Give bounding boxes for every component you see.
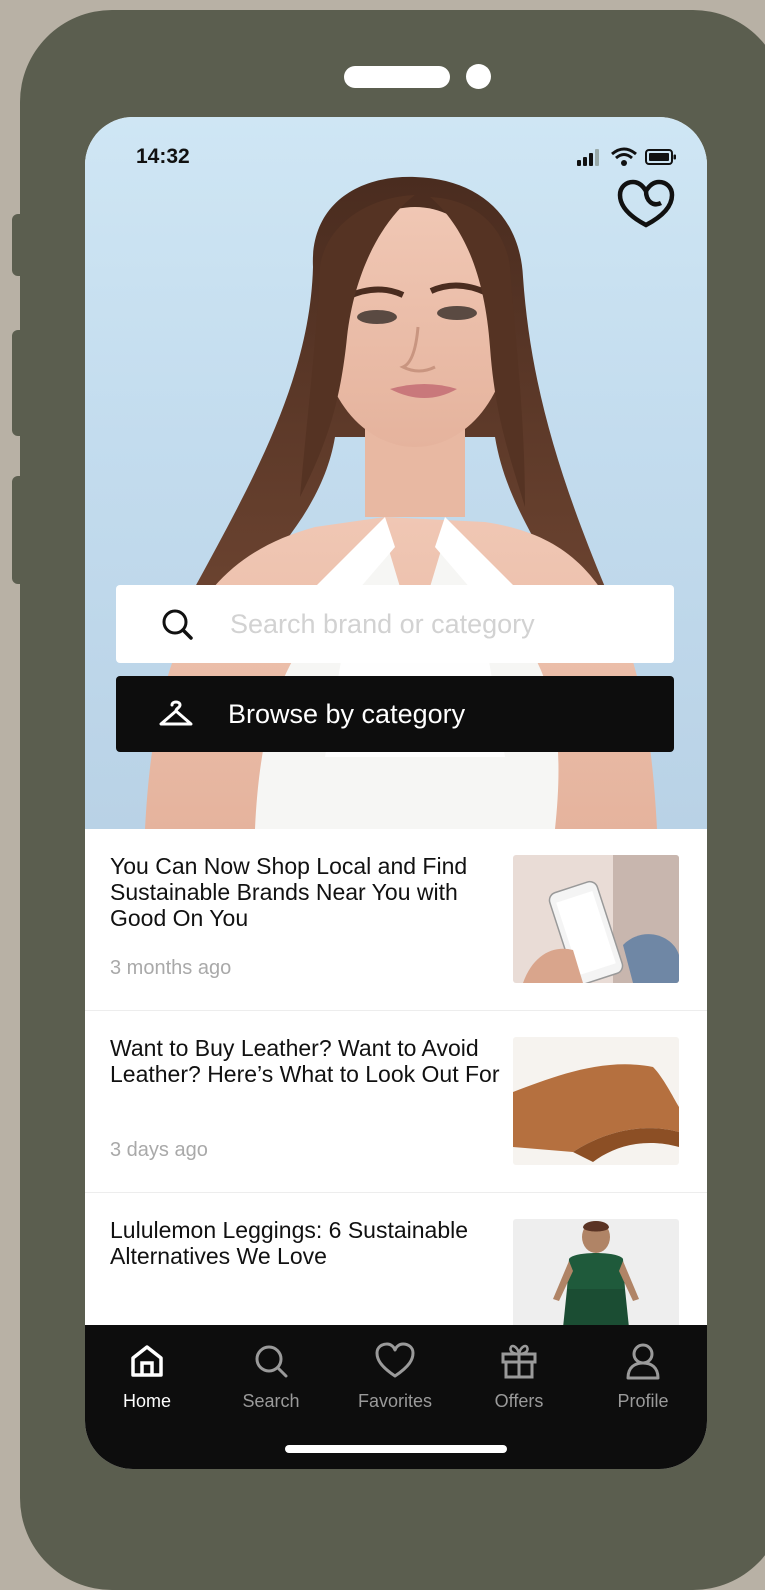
mute-switch — [12, 214, 28, 276]
leather-sheet-image — [513, 1037, 679, 1165]
wifi-icon — [611, 147, 637, 166]
tab-label: Favorites — [357, 1391, 433, 1411]
browse-by-category-button[interactable]: Browse by category — [116, 676, 674, 752]
volume-down-button — [12, 476, 28, 584]
tab-label: Home — [122, 1391, 171, 1411]
search-bar[interactable] — [116, 585, 674, 663]
gift-icon — [501, 1344, 537, 1379]
browse-label: Browse by category — [228, 698, 466, 729]
bottom-tab-bar: Home Search Favorites Offers Profile — [85, 1325, 707, 1469]
article-thumbnail — [513, 855, 679, 983]
status-time: 14:32 — [136, 145, 190, 168]
article-time: 3 months ago — [110, 957, 232, 979]
tab-profile[interactable]: Profile — [581, 1325, 705, 1425]
front-camera — [466, 64, 491, 89]
tab-label: Search — [242, 1391, 300, 1411]
brand-logo-icon — [617, 179, 675, 228]
phone-in-hand-image — [513, 855, 679, 983]
tab-offers[interactable]: Offers — [457, 1325, 581, 1425]
home-icon — [131, 1345, 163, 1377]
status-icons — [577, 147, 677, 167]
volume-up-button — [12, 330, 28, 436]
search-icon — [255, 1345, 288, 1378]
user-icon — [626, 1343, 660, 1380]
tab-search[interactable]: Search — [209, 1325, 333, 1425]
hanger-icon — [159, 700, 193, 726]
app-screen: 14:32 Search brand or category Browse by… — [85, 117, 707, 1469]
article-title: Lululemon Leggings: 6 Sustainable Altern… — [110, 1217, 469, 1269]
search-input[interactable] — [228, 607, 652, 641]
speaker-grille — [344, 66, 450, 88]
article-item[interactable]: You Can Now Shop Local and Find Sustaina… — [85, 829, 707, 1011]
article-item[interactable]: Want to Buy Leather? Want to Avoid Leath… — [85, 1011, 707, 1193]
article-thumbnail — [513, 1037, 679, 1165]
tab-home[interactable]: Home — [85, 1325, 209, 1425]
article-title: You Can Now Shop Local and Find Sustaina… — [110, 853, 468, 931]
tab-favorites[interactable]: Favorites — [333, 1325, 457, 1425]
battery-icon — [645, 149, 676, 165]
article-time: 3 days ago — [110, 1139, 208, 1161]
hero-banner: 14:32 Search brand or category Browse by… — [85, 117, 707, 829]
article-title: Want to Buy Leather? Want to Avoid Leath… — [110, 1035, 500, 1087]
heart-icon — [375, 1342, 415, 1378]
signal-icon — [577, 149, 599, 166]
tab-label: Offers — [494, 1391, 544, 1411]
tab-label: Profile — [617, 1391, 669, 1411]
home-indicator[interactable] — [285, 1445, 507, 1453]
search-icon — [162, 609, 193, 640]
article-list: You Can Now Shop Local and Find Sustaina… — [85, 829, 707, 1375]
